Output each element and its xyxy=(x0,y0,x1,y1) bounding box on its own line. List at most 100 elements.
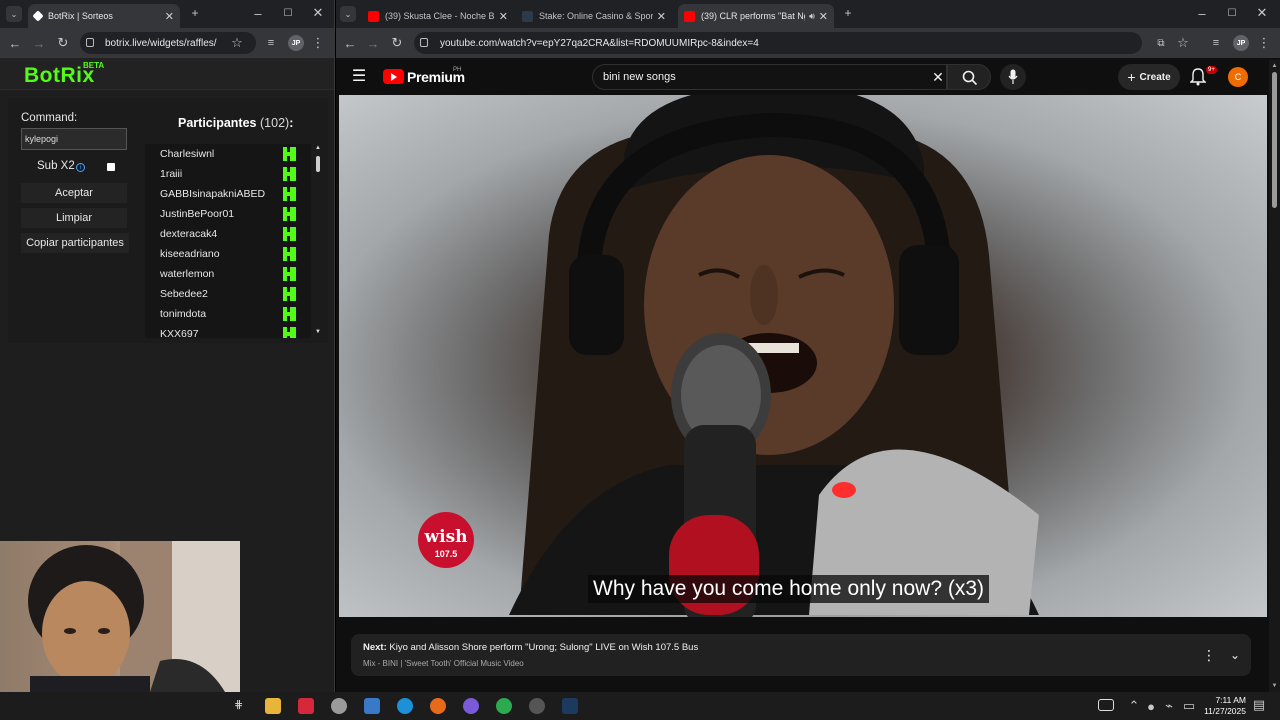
chevron-down-icon[interactable]: ⌄ xyxy=(1227,647,1243,663)
list-item[interactable]: tonimdota xyxy=(145,304,311,324)
menu-kebab-icon[interactable]: ⋮ xyxy=(312,35,325,50)
app-icon[interactable] xyxy=(331,698,347,714)
more-options-icon[interactable]: ⋮ xyxy=(1202,647,1216,663)
tab-stake[interactable]: Stake: Online Casino & Sports B ✕ xyxy=(516,4,672,28)
display-icon[interactable]: ▭ xyxy=(1182,698,1196,713)
forward-icon[interactable]: → xyxy=(32,36,46,51)
file-explorer-icon[interactable] xyxy=(265,698,281,714)
steam-icon[interactable] xyxy=(562,698,578,714)
participants-title: Participantes xyxy=(178,116,257,130)
wish-logo-freq: 107.5 xyxy=(435,549,458,559)
clear-search-icon[interactable]: ✕ xyxy=(930,69,946,85)
list-item[interactable]: kiseeadriano xyxy=(145,244,311,264)
mic-tray-icon[interactable]: ● xyxy=(1145,699,1157,714)
scroll-down-icon[interactable]: ▼ xyxy=(1271,682,1278,689)
discord-icon[interactable] xyxy=(463,698,479,714)
back-icon[interactable]: ← xyxy=(8,36,22,51)
scroll-up-icon[interactable]: ▲ xyxy=(1271,62,1278,69)
bookmark-star-icon[interactable]: ☆ xyxy=(1176,35,1190,50)
scroll-up-icon[interactable]: ▲ xyxy=(314,144,322,152)
maximize-icon[interactable]: ☐ xyxy=(1226,6,1238,20)
close-tab-icon[interactable]: ✕ xyxy=(657,10,666,23)
menu-kebab-icon[interactable]: ⋮ xyxy=(1258,35,1271,50)
clear-button[interactable]: Limpiar xyxy=(21,208,127,228)
new-tab-icon[interactable]: + xyxy=(188,6,202,20)
reload-icon[interactable]: ↻ xyxy=(390,35,404,50)
notifications-bell-icon[interactable] xyxy=(1190,68,1206,86)
info-icon[interactable]: i xyxy=(76,163,85,172)
bookmark-star-icon[interactable]: ☆ xyxy=(230,35,244,50)
participant-name: Charlesiwnl xyxy=(160,148,215,160)
list-item[interactable]: JustinBePoor01 xyxy=(145,204,311,224)
participant-name: JustinBePoor01 xyxy=(160,208,235,220)
close-window-icon[interactable]: ✕ xyxy=(1256,5,1268,20)
search-button[interactable] xyxy=(947,64,991,90)
forward-icon[interactable]: → xyxy=(366,36,380,51)
wish-logo-text: wish xyxy=(423,527,467,547)
obs-icon[interactable] xyxy=(529,698,545,714)
participants-scrollbar[interactable]: ▲ ▼ xyxy=(314,144,322,338)
list-item[interactable]: waterlemon xyxy=(145,264,311,284)
list-item[interactable]: dexteracak4 xyxy=(145,224,311,244)
keyboard-icon[interactable] xyxy=(1098,699,1114,711)
back-icon[interactable]: ← xyxy=(343,36,357,51)
maximize-icon[interactable]: ☐ xyxy=(282,6,294,20)
region-code: PH xyxy=(453,67,462,73)
participant-name: kiseeadriano xyxy=(160,248,220,260)
speaker-icon[interactable]: 🔊︎ xyxy=(809,11,815,22)
address-bar[interactable]: youtube.com/watch?v=epY27qa2CRA&list=RDO… xyxy=(414,32,1142,54)
network-icon[interactable]: ⌁ xyxy=(1163,698,1175,713)
profile-avatar[interactable]: JP xyxy=(1233,35,1249,51)
accept-button[interactable]: Aceptar xyxy=(21,183,127,203)
command-input[interactable]: kylepogi xyxy=(21,128,127,150)
video-player[interactable]: wish 107.5 Why have you come home only n… xyxy=(339,95,1267,617)
site-info-icon[interactable] xyxy=(420,38,428,47)
tab-skusta-clee[interactable]: (39) Skusta Clee - Noche Buena ✕ xyxy=(362,4,514,28)
sub-x2-checkbox[interactable] xyxy=(107,163,115,171)
minimize-icon[interactable]: – xyxy=(252,6,264,21)
scroll-thumb[interactable] xyxy=(1272,72,1277,208)
scroll-down-icon[interactable]: ▼ xyxy=(314,328,322,336)
account-avatar[interactable]: C xyxy=(1228,67,1248,87)
notification-center-icon[interactable]: ▤ xyxy=(1252,697,1266,712)
reading-list-icon[interactable]: ≡ xyxy=(264,36,278,50)
list-item[interactable]: Sebedee2 xyxy=(145,284,311,304)
list-item[interactable]: 1raiii xyxy=(145,164,311,184)
reading-list-icon[interactable]: ≡ xyxy=(1209,36,1223,50)
list-item[interactable]: GABBIsinapakniABED xyxy=(145,184,311,204)
edge-icon[interactable] xyxy=(397,698,413,714)
tab-botrix[interactable]: BotRix | Sorteos ✕ xyxy=(28,4,180,28)
close-tab-icon[interactable]: ✕ xyxy=(165,10,174,23)
participants-list[interactable]: Charlesiwnl 1raiii GABBIsinapakniABED Ju… xyxy=(145,144,311,338)
tab-search-icon[interactable]: ⌄ xyxy=(6,6,22,22)
page-scrollbar[interactable]: ▲ ▼ xyxy=(1269,60,1280,692)
chrome-icon[interactable] xyxy=(496,698,512,714)
system-clock[interactable]: 7:11 AM 11/27/2025 xyxy=(1196,695,1246,717)
voice-search-button[interactable] xyxy=(1000,64,1026,90)
install-app-icon[interactable]: ⧉ xyxy=(1154,36,1168,50)
calculator-icon[interactable] xyxy=(364,698,380,714)
profile-avatar[interactable]: JP xyxy=(288,35,304,51)
up-next-bar[interactable]: Next: Kiyo and Alisson Shore perform "Ur… xyxy=(351,634,1251,676)
tab-clr-performs[interactable]: (39) CLR performs "Bat Ng 🔊︎ ✕ xyxy=(678,4,834,28)
minimize-icon[interactable]: – xyxy=(1196,6,1208,21)
create-button[interactable]: + Create xyxy=(1118,64,1180,90)
close-tab-icon[interactable]: ✕ xyxy=(499,10,508,23)
new-tab-icon[interactable]: + xyxy=(841,6,855,20)
close-window-icon[interactable]: ✕ xyxy=(312,5,324,20)
site-info-icon[interactable] xyxy=(86,38,94,47)
search-input[interactable]: bini new songs xyxy=(592,64,947,90)
tray-chevron-icon[interactable]: ⌃ xyxy=(1128,698,1140,713)
close-tab-icon[interactable]: ✕ xyxy=(819,10,828,23)
list-item[interactable]: Charlesiwnl xyxy=(145,144,311,164)
firefox-icon[interactable] xyxy=(430,698,446,714)
task-view-icon[interactable]: ⋕ xyxy=(234,698,250,714)
hamburger-menu-icon[interactable]: ☰ xyxy=(350,67,368,85)
scroll-thumb[interactable] xyxy=(316,156,320,172)
list-item[interactable]: KXX697 xyxy=(145,324,311,338)
tab-search-icon[interactable]: ⌄ xyxy=(340,6,356,22)
reload-icon[interactable]: ↻ xyxy=(56,35,70,50)
copy-participants-button[interactable]: Copiar participantes xyxy=(21,233,129,253)
wps-office-icon[interactable] xyxy=(298,698,314,714)
youtube-logo-icon[interactable] xyxy=(383,69,404,84)
